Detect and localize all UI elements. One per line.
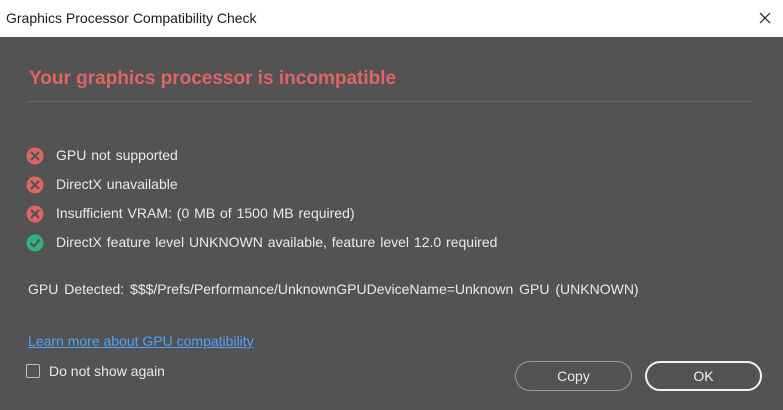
check-item-gpu: GPU not supported	[26, 140, 497, 169]
compatibility-dialog: Graphics Processor Compatibility Check Y…	[0, 0, 783, 410]
window-title: Graphics Processor Compatibility Check	[6, 10, 257, 26]
divider	[27, 101, 753, 102]
success-icon	[26, 234, 44, 251]
page-title: Your graphics processor is incompatible	[29, 68, 397, 89]
check-label: Insufficient VRAM: (0 MB of 1500 MB requ…	[56, 204, 355, 221]
check-item-directx: DirectX unavailable	[26, 169, 497, 198]
check-label: DirectX unavailable	[56, 175, 178, 192]
close-icon	[759, 12, 771, 24]
ok-button[interactable]: OK	[645, 361, 762, 391]
error-icon	[26, 147, 44, 164]
check-label: GPU not supported	[56, 146, 178, 163]
check-item-feature-level: DirectX feature level UNKNOWN available,…	[26, 227, 497, 256]
learn-more-link[interactable]: Learn more about GPU compatibility	[28, 333, 254, 349]
close-button[interactable]	[747, 0, 783, 37]
copy-button[interactable]: Copy	[515, 361, 632, 391]
title-bar: Graphics Processor Compatibility Check	[0, 0, 783, 37]
error-icon	[26, 176, 44, 193]
gpu-detected-text: GPU Detected: $$$/Prefs/Performance/Unkn…	[28, 281, 639, 297]
check-list: GPU not supported DirectX unavailable In…	[26, 140, 497, 256]
error-icon	[26, 205, 44, 222]
check-label: DirectX feature level UNKNOWN available,…	[56, 233, 498, 250]
check-item-vram: Insufficient VRAM: (0 MB of 1500 MB requ…	[26, 198, 497, 227]
do-not-show-again-label: Do not show again	[49, 363, 165, 379]
do-not-show-again-checkbox[interactable]	[26, 364, 40, 378]
do-not-show-again-option[interactable]: Do not show again	[26, 363, 165, 379]
